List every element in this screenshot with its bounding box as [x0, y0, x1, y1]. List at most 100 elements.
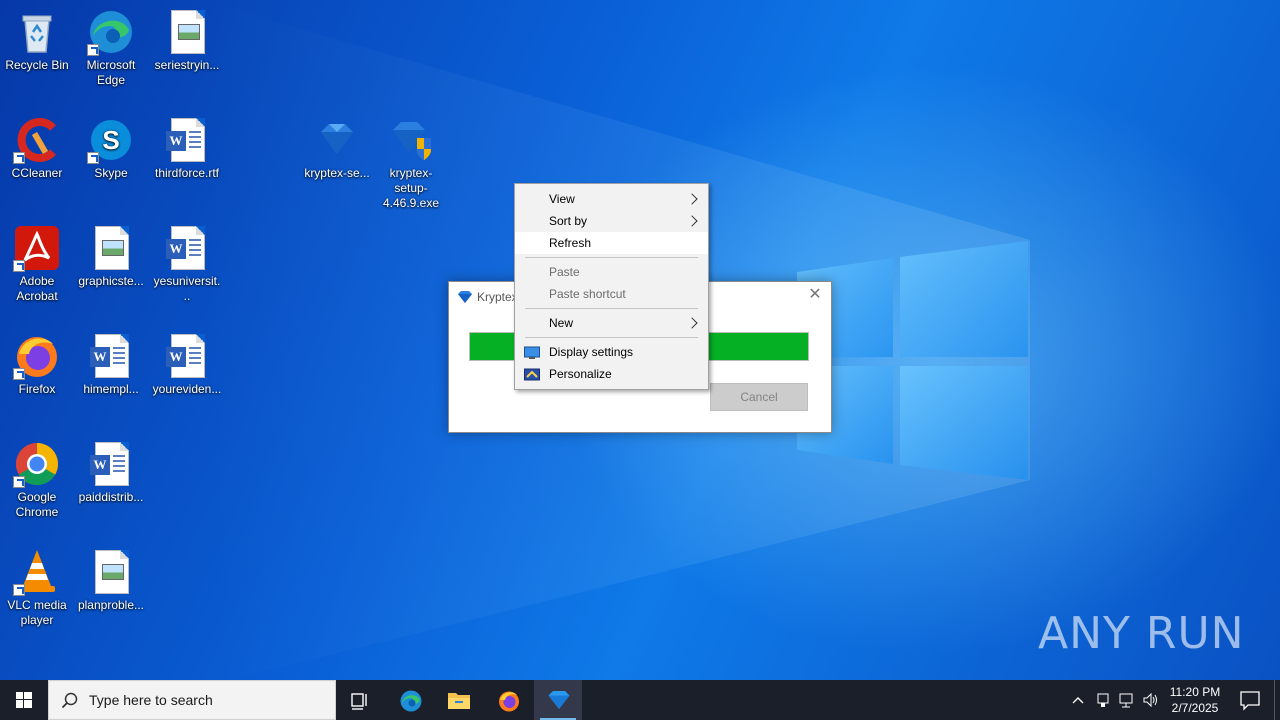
desktop-icon-skype[interactable]: S Skype — [74, 116, 148, 181]
taskbar-firefox[interactable] — [484, 680, 532, 720]
skype-icon: S — [87, 116, 135, 164]
taskbar-edge[interactable] — [386, 680, 434, 720]
desktop-icon-label: Adobe Acrobat — [16, 274, 58, 303]
desktop-icon-youreviden[interactable]: W youreviden... — [150, 332, 224, 397]
desktop-icon-yesuniversit[interactable]: W yesuniversit... — [150, 224, 224, 304]
desktop-icon-microsoft-edge[interactable]: Microsoft Edge — [74, 8, 148, 88]
edge-icon — [400, 690, 422, 712]
chevron-right-icon — [686, 215, 698, 227]
firefox-icon — [499, 691, 519, 712]
desktop-icon-label: CCleaner — [11, 166, 63, 180]
installer-title: Kryptex — [477, 290, 518, 304]
menu-item-label: Personalize — [549, 367, 612, 381]
word-file-icon: W — [163, 116, 211, 164]
desktop-icon-paiddistrib[interactable]: W paiddistrib... — [74, 440, 148, 505]
taskbar-file-explorer[interactable] — [434, 680, 482, 720]
desktop-icon-recycle-bin[interactable]: Recycle Bin — [0, 8, 74, 73]
desktop-icon-label: youreviden... — [152, 382, 222, 396]
svg-text:S: S — [102, 125, 119, 155]
desktop-icon-label: Recycle Bin — [5, 58, 69, 72]
shortcut-arrow-icon — [13, 476, 25, 488]
firefox-icon — [13, 332, 61, 380]
desktop-icon-seriestryin[interactable]: seriestryin... — [150, 8, 224, 73]
task-view-icon — [351, 693, 367, 710]
task-view-button[interactable] — [336, 680, 384, 720]
taskbar-search-box[interactable]: Type here to search — [48, 680, 336, 720]
menu-item-paste-shortcut[interactable]: Paste shortcut — [515, 283, 708, 305]
desktop-icon-vlc[interactable]: VLC media player — [0, 548, 74, 628]
show-desktop-button[interactable] — [1274, 680, 1280, 720]
shortcut-arrow-icon — [13, 584, 25, 596]
desktop-icon-label: Skype — [94, 166, 128, 180]
desktop-icon-label: kryptex-se... — [304, 166, 370, 180]
shortcut-arrow-icon — [13, 368, 25, 380]
menu-item-view[interactable]: View — [515, 188, 708, 210]
anyrun-watermark: ANY RUN — [1038, 608, 1245, 659]
desktop-icon-label: Firefox — [18, 382, 56, 396]
shortcut-arrow-icon — [87, 152, 99, 164]
kryptex-icon — [457, 290, 473, 307]
recycle-bin-icon — [13, 8, 61, 56]
desktop-context-menu: View Sort by Refresh Paste Paste shortcu… — [514, 183, 709, 390]
chrome-icon — [13, 440, 61, 488]
desktop-icon-label: planproble... — [77, 598, 145, 612]
desktop-icon-planproble[interactable]: planproble... — [74, 548, 148, 613]
cancel-button[interactable]: Cancel — [710, 383, 808, 411]
windows-logo-icon — [16, 692, 32, 708]
desktop-icon-label: VLC media player — [7, 598, 67, 627]
clock-time: 11:20 PM — [1169, 685, 1221, 699]
network-adapter-icon[interactable] — [1095, 691, 1111, 712]
desktop-icon-label: paiddistrib... — [78, 490, 144, 504]
word-file-icon: W — [163, 224, 211, 272]
notification-center-button[interactable] — [1232, 680, 1268, 720]
menu-item-label: Paste — [549, 265, 580, 279]
word-file-icon: W — [163, 332, 211, 380]
menu-item-refresh[interactable]: Refresh — [515, 232, 708, 254]
menu-item-display-settings[interactable]: Display settings — [515, 341, 708, 363]
menu-separator — [515, 305, 708, 312]
acrobat-icon — [13, 224, 61, 272]
desktop-icon-ccleaner[interactable]: CCleaner — [0, 116, 74, 181]
taskbar-kryptex[interactable] — [534, 680, 582, 720]
clock-date: 2/7/2025 — [1171, 701, 1219, 715]
kryptex-icon — [548, 691, 570, 709]
folder-icon — [448, 693, 470, 709]
menu-item-label: New — [549, 316, 574, 330]
chevron-up-icon[interactable] — [1071, 691, 1085, 712]
desktop-icon-adobe-acrobat[interactable]: Adobe Acrobat — [0, 224, 74, 304]
kryptex-icon — [313, 116, 361, 164]
search-icon — [61, 692, 79, 713]
close-icon[interactable]: ✕ — [807, 287, 823, 303]
desktop-icon-label: thirdforce.rtf — [154, 166, 220, 180]
personalize-icon — [524, 367, 540, 389]
menu-item-personalize[interactable]: Personalize — [515, 363, 708, 385]
desktop-icon-kryptex-setup[interactable]: kryptex-setup-4.46.9.exe — [374, 116, 448, 211]
network-icon[interactable] — [1118, 691, 1136, 712]
kryptex-setup-icon — [387, 116, 435, 164]
desktop-icon-firefox[interactable]: Firefox — [0, 332, 74, 397]
desktop-icon-google-chrome[interactable]: Google Chrome — [0, 440, 74, 520]
chevron-right-icon — [686, 193, 698, 205]
taskbar: Type here to search 11:20 PM 2/7/2025 — [0, 680, 1280, 720]
desktop-icon-label: seriestryin... — [154, 58, 220, 72]
desktop-icon-label: Google Chrome — [15, 490, 59, 519]
desktop-icon-thirdforce[interactable]: W thirdforce.rtf — [150, 116, 224, 181]
shortcut-arrow-icon — [13, 152, 25, 164]
desktop-icon-himempl[interactable]: W himempl... — [74, 332, 148, 397]
menu-item-paste[interactable]: Paste — [515, 261, 708, 283]
watermark-text: ANY RUN — [1038, 608, 1245, 659]
desktop-icon-graphicste[interactable]: graphicste... — [74, 224, 148, 289]
menu-separator — [515, 254, 708, 261]
menu-item-label: Display settings — [549, 345, 634, 359]
menu-item-new[interactable]: New — [515, 312, 708, 334]
shortcut-arrow-icon — [13, 260, 25, 272]
desktop-icon-label: himempl... — [83, 382, 139, 396]
desktop-icon-kryptex-se[interactable]: kryptex-se... — [300, 116, 374, 181]
start-button[interactable] — [0, 680, 48, 720]
menu-separator — [515, 334, 708, 341]
desktop-icon-label: kryptex-setup-4.46.9.exe — [382, 166, 440, 210]
notification-icon — [1240, 691, 1260, 711]
taskbar-clock[interactable]: 11:20 PM 2/7/2025 — [1160, 684, 1230, 716]
menu-item-sort-by[interactable]: Sort by — [515, 210, 708, 232]
volume-icon[interactable] — [1142, 691, 1160, 712]
